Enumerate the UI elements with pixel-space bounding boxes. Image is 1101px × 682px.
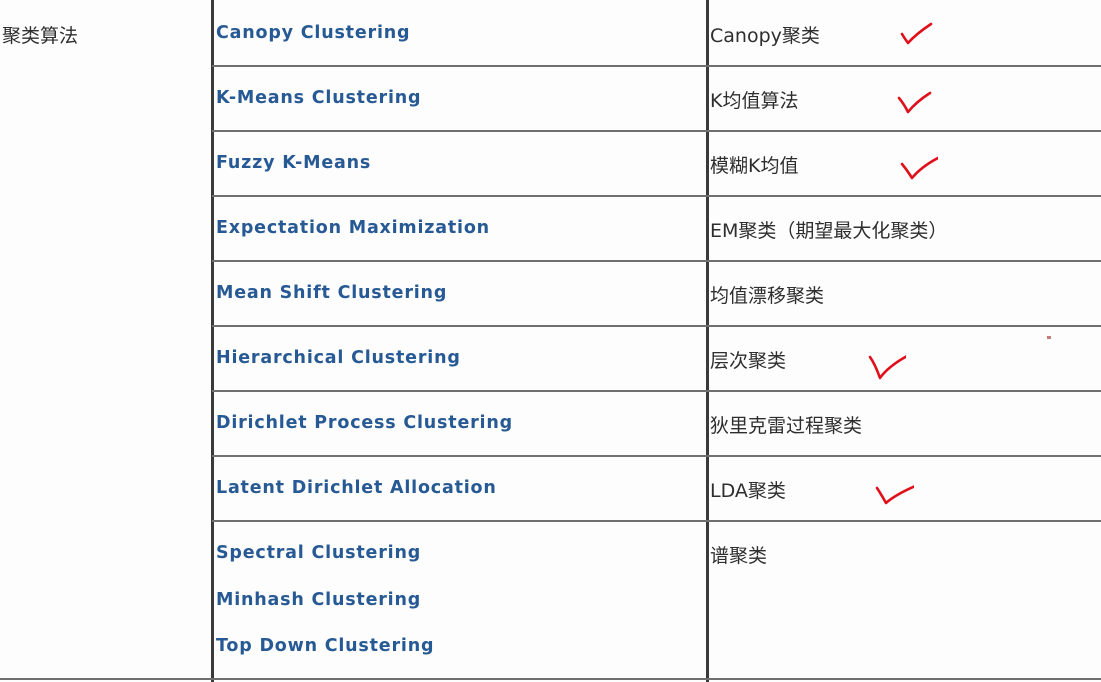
check-mark-icon <box>875 485 914 505</box>
algorithm-name-en: Mean Shift Clustering <box>216 283 448 303</box>
algorithm-name-cn: 狄里克雷过程聚类 <box>710 415 863 437</box>
check-mark-icon <box>868 355 906 380</box>
algorithm-name-cn: EM聚类（期望最大化聚类） <box>710 220 948 242</box>
algorithm-name-en: Hierarchical Clustering <box>216 348 461 368</box>
check-mark-icon <box>897 91 932 114</box>
row-divider <box>212 65 1101 67</box>
row-divider <box>212 325 1101 327</box>
table-border-left <box>211 0 214 682</box>
algorithm-name-cn: 层次聚类 <box>710 350 787 372</box>
row-divider <box>212 260 1101 262</box>
pen-speck <box>1047 336 1051 339</box>
algorithm-name-cn: Canopy聚类 <box>710 25 820 47</box>
row-divider <box>212 390 1101 392</box>
algorithm-name-en: Expectation Maximization <box>216 218 490 238</box>
row-divider <box>212 455 1101 457</box>
algorithm-name-cn: 均值漂移聚类 <box>710 285 825 307</box>
algorithm-name-en: Fuzzy K-Means <box>216 153 372 173</box>
table-border-bottom <box>0 678 1101 680</box>
algorithm-name-cn: 谱聚类 <box>710 545 768 567</box>
algorithm-name-en: Latent Dirichlet Allocation <box>216 478 497 498</box>
category-label: 聚类算法 <box>2 25 79 47</box>
algorithm-name-en: K-Means Clustering <box>216 88 422 108</box>
algorithm-name-en: Top Down Clustering <box>216 636 435 656</box>
check-mark-icon <box>900 156 938 180</box>
algorithm-name-en: Canopy Clustering <box>216 23 411 43</box>
algorithm-name-en: Dirichlet Process Clustering <box>216 413 513 433</box>
algorithm-name-cn: 模糊K均值 <box>710 155 799 177</box>
algorithm-table: 聚类算法 Canopy Clustering Canopy聚类 K-Means … <box>0 0 1101 682</box>
algorithm-name-cn: LDA聚类 <box>710 480 786 502</box>
algorithm-name-en: Minhash Clustering <box>216 590 422 610</box>
row-divider <box>212 195 1101 197</box>
algorithm-name-cn: K均值算法 <box>710 90 799 112</box>
row-divider <box>212 520 1101 522</box>
row-divider <box>212 130 1101 132</box>
table-border-middle <box>706 0 709 682</box>
algorithm-name-en: Spectral Clustering <box>216 543 422 563</box>
check-mark-icon <box>900 22 933 45</box>
